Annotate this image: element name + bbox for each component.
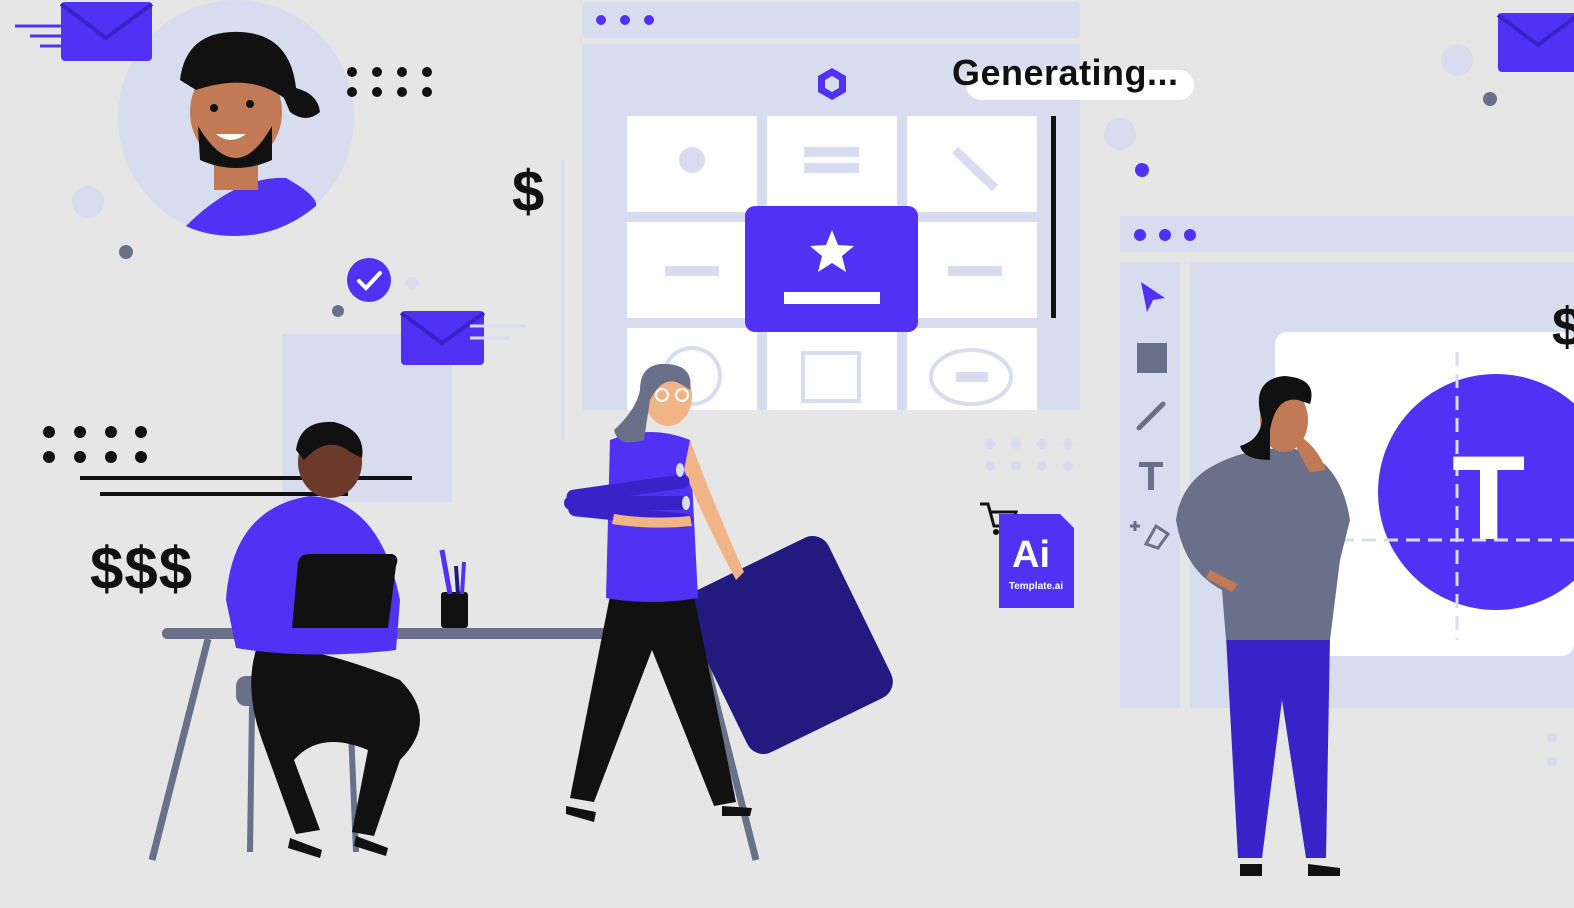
envelope-icon [15, 2, 154, 61]
dot-grid [43, 426, 147, 463]
square-tool-icon [1137, 343, 1167, 373]
dollar-icon: $ [512, 159, 545, 224]
window-titlebar [583, 2, 1080, 38]
scrollbar [1051, 116, 1056, 318]
price-tag-text: $$$ [90, 535, 194, 602]
envelope-icon [1496, 13, 1574, 72]
dot-grid [347, 67, 432, 97]
window-dot-2 [620, 15, 630, 25]
grid-cell [907, 328, 1037, 410]
pen-cup [439, 549, 468, 628]
selected-template-card [745, 206, 918, 332]
dot-grid [985, 439, 1073, 471]
window-dot-3 [644, 15, 654, 25]
illustration-art [15, 0, 1574, 876]
window-dot-1 [596, 15, 606, 25]
canvas-letter: T [1452, 431, 1526, 565]
ai-file-label: Ai [1012, 534, 1050, 576]
grid-cell [767, 328, 897, 410]
generating-status: Generating... [952, 52, 1179, 93]
dollar-icon: $ [1552, 297, 1574, 357]
check-circle-icon [347, 258, 391, 302]
illustration-scene: Generating... $ $$$ $ Ai Template.ai T [0, 0, 1574, 908]
ai-file-name: Template.ai [1008, 581, 1064, 592]
envelope-icon [399, 311, 525, 365]
laptop [292, 554, 398, 628]
